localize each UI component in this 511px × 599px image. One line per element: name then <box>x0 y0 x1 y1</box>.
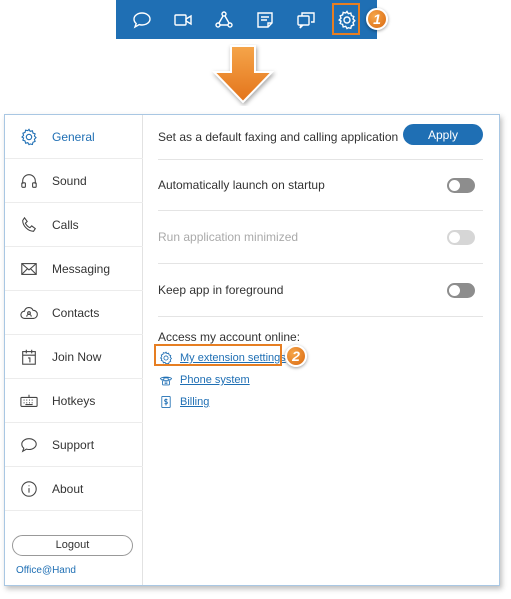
sidebar-item-label: General <box>52 129 95 144</box>
billing-icon <box>158 394 174 410</box>
sidebar-item-label: Sound <box>52 173 87 188</box>
setting-row-auto-launch: Automatically launch on startup <box>158 160 483 211</box>
setting-row-run-minimized: Run application minimized <box>158 211 483 264</box>
toggle-knob <box>449 231 460 243</box>
setting-row-foreground: Keep app in foreground <box>158 264 483 317</box>
sidebar-item-label: Contacts <box>52 305 100 320</box>
keyboard-icon <box>19 391 39 411</box>
setting-label: Keep app in foreground <box>158 283 284 297</box>
foreground-toggle[interactable] <box>447 282 475 298</box>
setting-label: Automatically launch on startup <box>158 178 325 192</box>
phone-system-icon <box>158 372 174 388</box>
speech-bubble-icon <box>19 435 39 455</box>
sidebar-item-sound[interactable]: Sound <box>5 159 143 203</box>
phone-icon <box>19 215 39 235</box>
auto-launch-toggle[interactable] <box>447 177 475 193</box>
run-minimized-toggle <box>447 229 475 245</box>
general-settings-content: Set as a default faxing and calling appl… <box>144 115 499 585</box>
gear-icon <box>19 127 39 147</box>
brand-name: Office@Hand <box>16 565 76 576</box>
sidebar-item-label: Support <box>52 437 95 452</box>
step-1-badge: 1 <box>366 8 388 30</box>
apply-button[interactable]: Apply <box>403 124 483 145</box>
conference-icon[interactable] <box>213 9 235 31</box>
sidebar-item-label: Hotkeys <box>52 393 96 408</box>
billing-link-row: Billing <box>158 394 209 410</box>
sidebar-item-contacts[interactable]: Contacts <box>5 291 143 335</box>
notes-icon[interactable] <box>254 9 276 31</box>
sidebar-item-label: Calls <box>52 217 79 232</box>
toggle-knob <box>449 179 460 191</box>
sidebar-item-label: Messaging <box>52 261 111 276</box>
messages-icon[interactable] <box>295 9 317 31</box>
sidebar-item-hotkeys[interactable]: Hotkeys <box>5 379 143 423</box>
default-app-label: Set as a default faxing and calling appl… <box>158 130 399 144</box>
settings-panel: General Sound Calls Messaging Contacts J… <box>4 114 500 586</box>
access-account-title: Access my account online: <box>158 330 301 344</box>
setting-label: Run application minimized <box>158 230 299 244</box>
settings-sidebar: General Sound Calls Messaging Contacts J… <box>5 115 143 585</box>
extension-settings-highlight-box <box>154 344 282 366</box>
sidebar-item-about[interactable]: About <box>5 467 143 511</box>
phone-system-link[interactable]: Phone system <box>180 374 250 386</box>
calendar-icon <box>19 347 39 367</box>
sidebar-item-label: Join Now <box>52 349 102 364</box>
down-arrow-icon <box>211 45 275 104</box>
phone-system-link-row: Phone system <box>158 372 250 388</box>
chat-icon[interactable] <box>131 9 153 31</box>
envelope-icon <box>19 259 39 279</box>
top-toolbar <box>116 0 377 39</box>
step-2-badge: 2 <box>285 345 307 367</box>
settings-highlight-box <box>332 3 360 35</box>
sidebar-item-label: About <box>52 481 84 496</box>
billing-link[interactable]: Billing <box>180 396 209 408</box>
sidebar-item-join-now[interactable]: Join Now <box>5 335 143 379</box>
sidebar-item-messaging[interactable]: Messaging <box>5 247 143 291</box>
default-app-row: Set as a default faxing and calling appl… <box>158 115 483 160</box>
headphones-icon <box>19 171 39 191</box>
sidebar-item-support[interactable]: Support <box>5 423 143 467</box>
video-icon[interactable] <box>172 9 194 31</box>
info-icon <box>19 479 39 499</box>
toggle-knob <box>449 284 460 296</box>
sidebar-item-calls[interactable]: Calls <box>5 203 143 247</box>
cloud-contacts-icon <box>19 303 39 323</box>
sidebar-item-general[interactable]: General <box>5 115 143 159</box>
logout-button[interactable]: Logout <box>12 535 133 556</box>
